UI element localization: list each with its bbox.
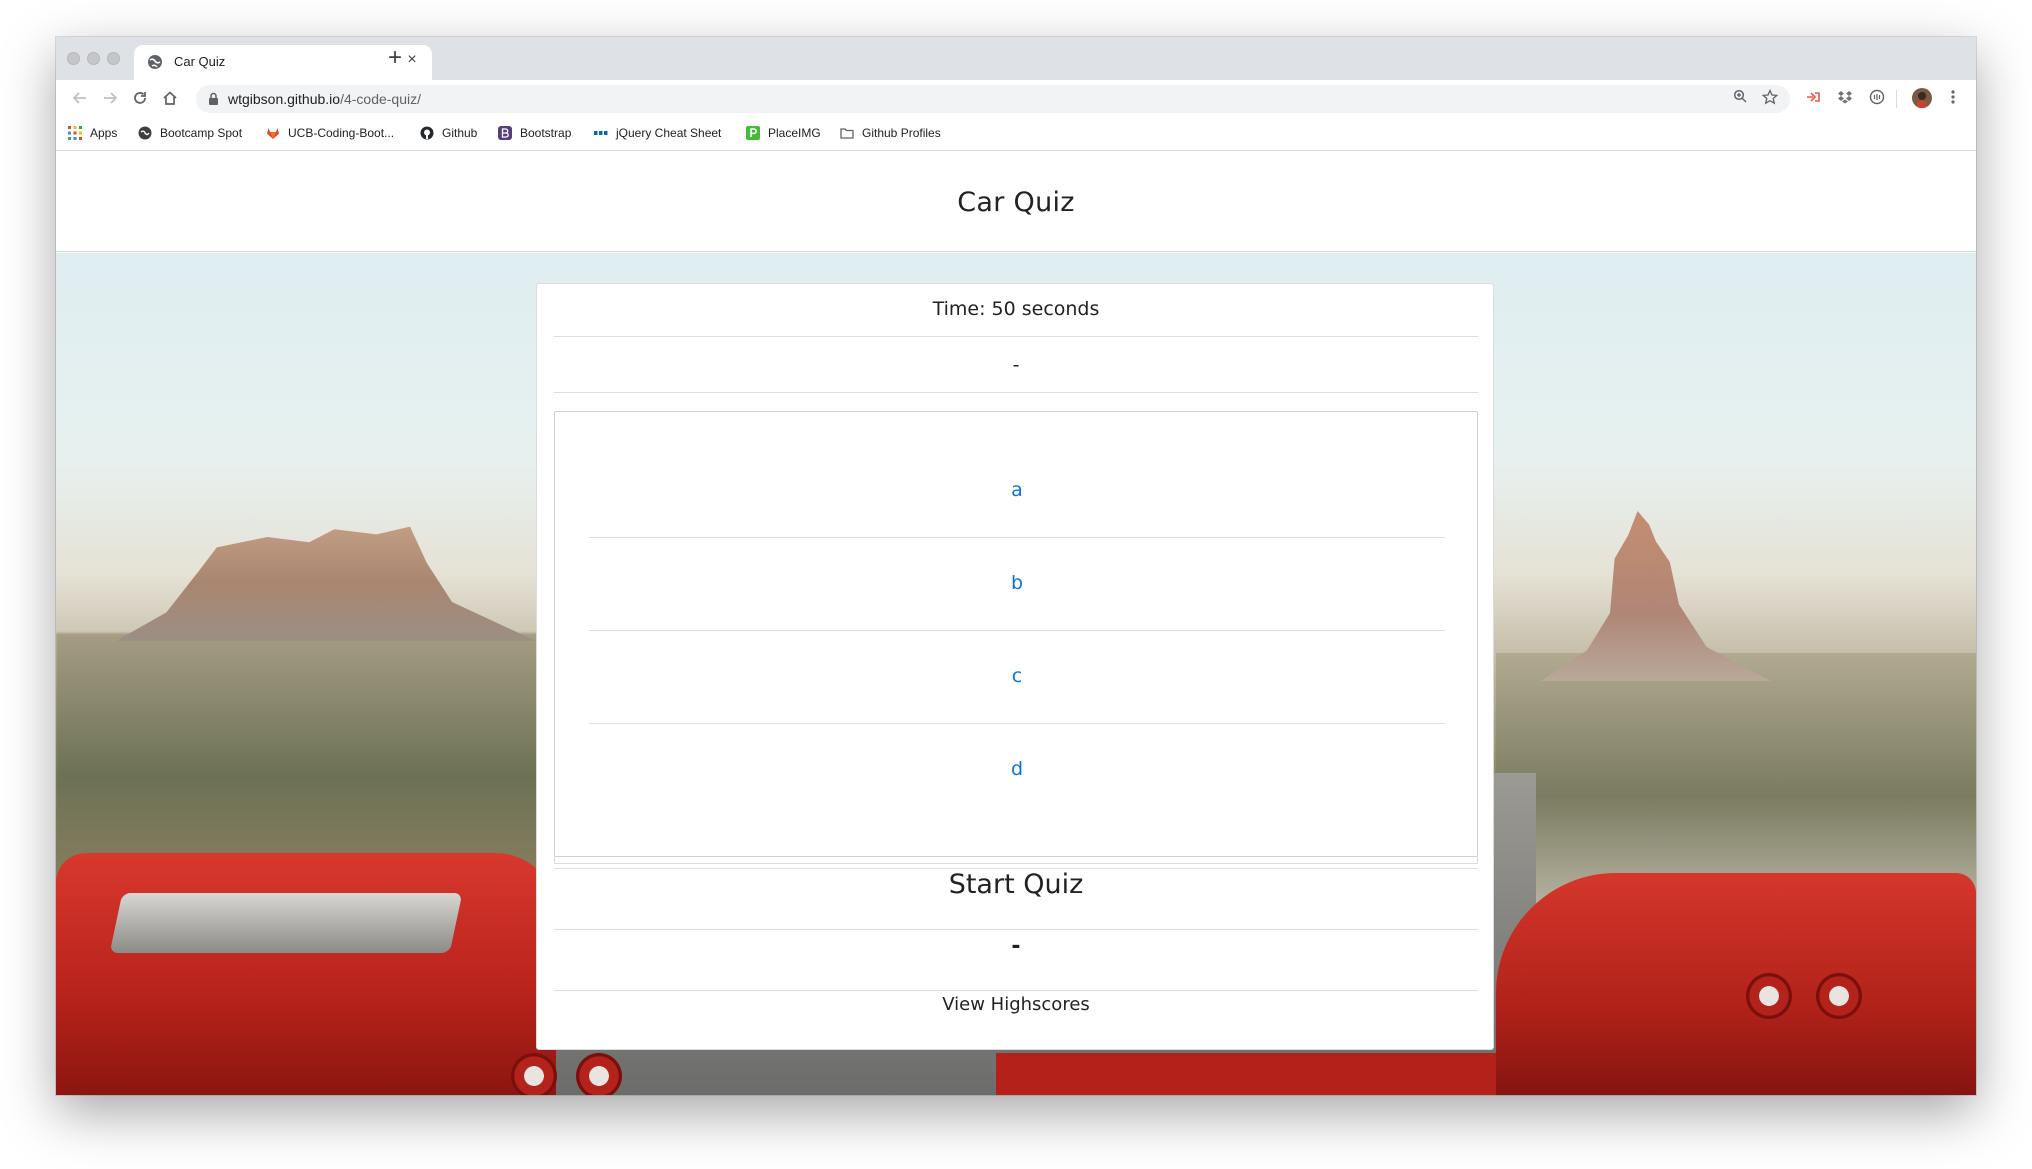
bookmark-github-profiles[interactable]: Github Profiles xyxy=(840,124,941,142)
tail-light xyxy=(1746,973,1792,1019)
divider xyxy=(554,929,1478,930)
bookmark-star-icon[interactable] xyxy=(1760,88,1780,109)
home-icon[interactable] xyxy=(158,86,182,110)
jquery-icon xyxy=(594,131,608,135)
bookmark-github[interactable]: Github xyxy=(420,124,477,142)
page-title: Car Quiz xyxy=(957,187,1075,218)
forward-arrow-icon[interactable] xyxy=(98,86,122,110)
quiz-card: Time: 50 seconds - a b c d Start Quiz - xyxy=(536,283,1494,1050)
divider xyxy=(554,990,1478,991)
answer-option-c[interactable]: c xyxy=(589,665,1445,687)
url-text: wtgibson.github.io/4-code-quiz/ xyxy=(228,91,422,107)
question-text: - xyxy=(1012,354,1020,376)
red-car-left xyxy=(56,853,556,1095)
apps-grid-icon xyxy=(68,126,82,140)
new-tab-button[interactable]: + xyxy=(382,43,408,73)
mesa-rock xyxy=(116,526,536,641)
bookmarks-bar: Apps Bootcamp Spot UCB-Coding-Boot... Gi… xyxy=(56,116,1976,151)
bootstrap-icon xyxy=(498,126,512,140)
reload-icon[interactable] xyxy=(128,86,152,110)
placeimg-icon xyxy=(746,126,760,140)
bookmark-label: Github xyxy=(442,126,478,140)
page-viewport: Car Quiz Time: 50 seconds - a b c d Star… xyxy=(56,151,1976,1095)
bookmark-label: Bootstrap xyxy=(520,126,572,140)
divider xyxy=(589,630,1445,631)
address-bar[interactable]: wtgibson.github.io/4-code-quiz/ xyxy=(196,85,1790,113)
bookmark-bootcamp-spot[interactable]: Bootcamp Spot xyxy=(138,124,242,142)
bookmark-label: Apps xyxy=(90,126,118,140)
answer-option-a[interactable]: a xyxy=(589,479,1445,501)
browser-window: Car Quiz × + wtgibson.github.io/4-code-q… xyxy=(56,37,1976,1095)
divider xyxy=(589,537,1445,538)
zoom-window-button[interactable] xyxy=(107,52,120,65)
red-car-right xyxy=(1496,873,1976,1095)
close-window-button[interactable] xyxy=(67,52,80,65)
folder-icon xyxy=(840,128,854,139)
view-highscores-link[interactable]: View Highscores xyxy=(554,994,1478,1015)
divider xyxy=(554,392,1478,393)
tab-strip: Car Quiz × + xyxy=(56,37,1976,80)
bookmark-placeimg[interactable]: PlaceIMG xyxy=(746,124,821,142)
github-icon xyxy=(420,126,434,140)
tail-light xyxy=(511,1053,557,1095)
bookmark-label: Github Profiles xyxy=(862,126,941,140)
result-text: - xyxy=(1011,934,1021,959)
tail-light xyxy=(1816,973,1862,1019)
answer-option-b[interactable]: b xyxy=(589,572,1445,594)
bookmark-label: UCB-Coding-Boot... xyxy=(288,126,395,140)
back-arrow-icon[interactable] xyxy=(68,86,92,110)
site-header: Car Quiz xyxy=(56,151,1976,252)
dropbox-icon[interactable] xyxy=(1836,89,1854,107)
start-quiz-button[interactable]: Start Quiz xyxy=(554,869,1478,900)
background-image: Time: 50 seconds - a b c d Start Quiz - xyxy=(56,253,1976,1095)
bootcamp-icon xyxy=(138,126,152,140)
minimize-window-button[interactable] xyxy=(87,52,100,65)
bookmark-apps[interactable]: Apps xyxy=(68,124,117,142)
extension-red-icon[interactable] xyxy=(1804,89,1822,107)
answer-option-d[interactable]: d xyxy=(589,758,1445,780)
zoom-icon[interactable] xyxy=(1730,89,1750,109)
bookmark-label: PlaceIMG xyxy=(768,126,821,140)
bookmark-jquery[interactable]: jQuery Cheat Sheet xyxy=(594,124,721,142)
divider xyxy=(554,336,1478,337)
car-rear-window xyxy=(109,893,463,953)
bookmark-ucb-coding[interactable]: UCB-Coding-Boot... xyxy=(266,124,394,142)
bookmark-bootstrap[interactable]: Bootstrap xyxy=(498,124,571,142)
divider xyxy=(589,723,1445,724)
answers-list: a b c d xyxy=(554,411,1478,864)
red-car-center xyxy=(996,1053,1556,1095)
tail-light xyxy=(576,1053,622,1095)
profile-avatar[interactable] xyxy=(1912,88,1932,108)
globe-icon xyxy=(148,55,162,69)
extension-circle-icon[interactable] xyxy=(1868,89,1886,107)
timer-display: Time: 50 seconds xyxy=(932,298,1100,320)
lock-icon xyxy=(209,92,218,105)
bookmark-label: jQuery Cheat Sheet xyxy=(616,126,722,140)
browser-toolbar: wtgibson.github.io/4-code-quiz/ xyxy=(56,80,1976,116)
bookmark-label: Bootcamp Spot xyxy=(160,126,243,140)
more-menu-icon[interactable] xyxy=(1944,89,1962,107)
toolbar-divider xyxy=(1896,90,1897,108)
gitlab-icon xyxy=(267,128,279,139)
tab-title: Car Quiz xyxy=(174,54,226,69)
